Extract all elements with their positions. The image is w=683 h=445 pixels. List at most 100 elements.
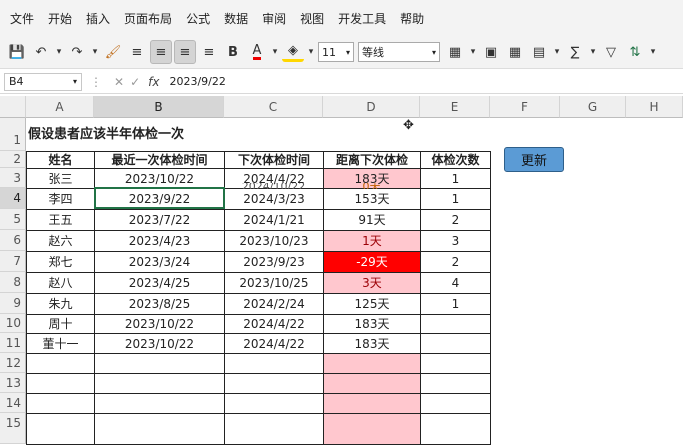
table-format-icon[interactable]: ▦ (504, 40, 526, 64)
cell-days-remaining[interactable]: 91天 (323, 209, 421, 231)
empty-cell[interactable] (420, 373, 491, 394)
cell-last-checkup[interactable]: 2023/10/22 (94, 314, 225, 334)
cell-checkup-count[interactable]: 3 (420, 230, 491, 252)
row-header-5[interactable]: 5 (0, 209, 26, 230)
empty-cell[interactable] (224, 373, 324, 394)
col-header-G[interactable]: G (560, 96, 626, 118)
empty-cell[interactable] (26, 373, 95, 394)
row-header-6[interactable]: 6 (0, 230, 26, 251)
cell-next-checkup[interactable]: 2024/4/22 (224, 314, 324, 334)
cell-name[interactable]: 王五 (26, 209, 95, 231)
empty-cell[interactable] (94, 373, 225, 394)
cell-name[interactable]: 赵六 (26, 230, 95, 252)
cell-name[interactable]: 朱九 (26, 293, 95, 315)
sheet-dropdown-icon[interactable]: ▾ (552, 40, 562, 64)
col-header-D[interactable]: D (323, 96, 420, 118)
empty-cell[interactable] (420, 413, 491, 445)
empty-cell[interactable] (323, 413, 421, 445)
col-header-A[interactable]: A (26, 96, 94, 118)
select-all-corner[interactable] (0, 96, 26, 118)
cell-last-checkup[interactable]: 2023/10/22 (94, 333, 225, 354)
cell-name[interactable]: 李四 (26, 188, 95, 210)
row-header-8[interactable]: 8 (0, 272, 26, 293)
name-box[interactable]: B4 ▾ (4, 72, 82, 91)
row-header-2[interactable]: 2 (0, 151, 26, 168)
sheet-title[interactable]: 假设患者应该半年体检一次 (28, 123, 184, 142)
undo-icon[interactable]: ↶ (30, 40, 52, 64)
undo-dropdown-icon[interactable]: ▾ (54, 40, 64, 64)
empty-cell[interactable] (94, 353, 225, 374)
cell-name[interactable]: 张三 (26, 168, 95, 189)
cell-days-remaining[interactable]: 183天 (323, 314, 421, 334)
row-header-4[interactable]: 4 (0, 188, 26, 209)
redo-icon[interactable]: ↷ (66, 40, 88, 64)
cell-next-checkup[interactable]: 2024/1/21 (224, 209, 324, 231)
empty-cell[interactable] (323, 373, 421, 394)
cell-name[interactable]: 郑七 (26, 251, 95, 273)
empty-cell[interactable] (26, 393, 95, 414)
row-header-3[interactable]: 3 (0, 168, 26, 188)
cell-last-checkup[interactable]: 2023/3/24 (94, 251, 225, 273)
empty-cell[interactable] (26, 413, 95, 445)
fill-color-icon[interactable]: ◈ (282, 42, 304, 62)
cell-checkup-count[interactable]: 1 (420, 188, 491, 210)
borders-icon[interactable]: ▦ (444, 40, 466, 64)
cell-next-checkup[interactable]: 2024/2/24 (224, 293, 324, 315)
cell-next-checkup[interactable]: 2023/10/23 (224, 230, 324, 252)
cell-name[interactable]: 赵八 (26, 272, 95, 294)
font-color-dropdown-icon[interactable]: ▾ (270, 40, 280, 64)
menu-view[interactable]: 视图 (300, 10, 324, 27)
cell-next-checkup[interactable]: 2023/10/25 (224, 272, 324, 294)
empty-cell[interactable] (420, 353, 491, 374)
empty-cell[interactable] (224, 393, 324, 414)
menu-page-layout[interactable]: 页面布局 (124, 10, 172, 27)
cell-last-checkup[interactable]: 2023/9/22 (94, 188, 225, 210)
header-last-checkup[interactable]: 最近一次体检时间 (94, 151, 225, 169)
row-header-7[interactable]: 7 (0, 251, 26, 272)
redo-dropdown-icon[interactable]: ▾ (90, 40, 100, 64)
col-header-H[interactable]: H (626, 96, 683, 118)
header-days-remaining[interactable]: 距离下次体检 (323, 151, 421, 169)
autosum-dropdown-icon[interactable]: ▾ (588, 40, 598, 64)
fill-color-dropdown-icon[interactable]: ▾ (306, 40, 316, 64)
cell-checkup-count[interactable]: 1 (420, 293, 491, 315)
cell-days-remaining[interactable]: 183天 (323, 333, 421, 354)
row-header-9[interactable]: 9 (0, 293, 26, 314)
cell-days-remaining[interactable]: 3天 (323, 272, 421, 294)
col-header-C[interactable]: C (224, 96, 323, 118)
menu-home[interactable]: 开始 (48, 10, 72, 27)
save-icon[interactable]: 💾 (6, 40, 28, 64)
row-header-15[interactable]: 15 (0, 413, 26, 444)
cell-next-checkup[interactable]: 2024/3/23 (224, 188, 324, 210)
merge-cells-icon[interactable]: ▣ (480, 40, 502, 64)
font-size-select[interactable]: 11 ▾ (318, 42, 354, 62)
cell-checkup-count[interactable] (420, 314, 491, 334)
cell-checkup-count[interactable] (420, 333, 491, 354)
borders-dropdown-icon[interactable]: ▾ (468, 40, 478, 64)
empty-cell[interactable] (94, 413, 225, 445)
cell-days-remaining[interactable]: 125天 (323, 293, 421, 315)
cell-last-checkup[interactable]: 2023/8/25 (94, 293, 225, 315)
cell-last-checkup[interactable]: 2023/4/23 (94, 230, 225, 252)
row-header-14[interactable]: 14 (0, 393, 26, 413)
menu-insert[interactable]: 插入 (86, 10, 110, 27)
col-header-E[interactable]: E (420, 96, 490, 118)
cell-next-checkup[interactable]: 2024/4/22 (224, 333, 324, 354)
cell-last-checkup[interactable]: 2023/10/22 (94, 168, 225, 189)
cell-checkup-count[interactable]: 2 (420, 209, 491, 231)
cell-days-remaining[interactable]: -29天 (323, 251, 421, 273)
empty-cell[interactable] (224, 413, 324, 445)
format-painter-icon[interactable]: 🖌 (102, 40, 124, 64)
row-header-10[interactable]: 10 (0, 314, 26, 333)
col-header-B[interactable]: B (94, 96, 224, 118)
row-header-13[interactable]: 13 (0, 373, 26, 393)
fx-label[interactable]: fx (148, 75, 159, 89)
cell-checkup-count[interactable]: 2 (420, 251, 491, 273)
menu-data[interactable]: 数据 (224, 10, 248, 27)
row-header-1[interactable]: 1 (0, 118, 26, 151)
sheet-icon[interactable]: ▤ (528, 40, 550, 64)
cell-checkup-count[interactable]: 1 (420, 168, 491, 189)
col-header-F[interactable]: F (490, 96, 560, 118)
menu-review[interactable]: 审阅 (262, 10, 286, 27)
cell-days-remaining[interactable]: 153天 (323, 188, 421, 210)
